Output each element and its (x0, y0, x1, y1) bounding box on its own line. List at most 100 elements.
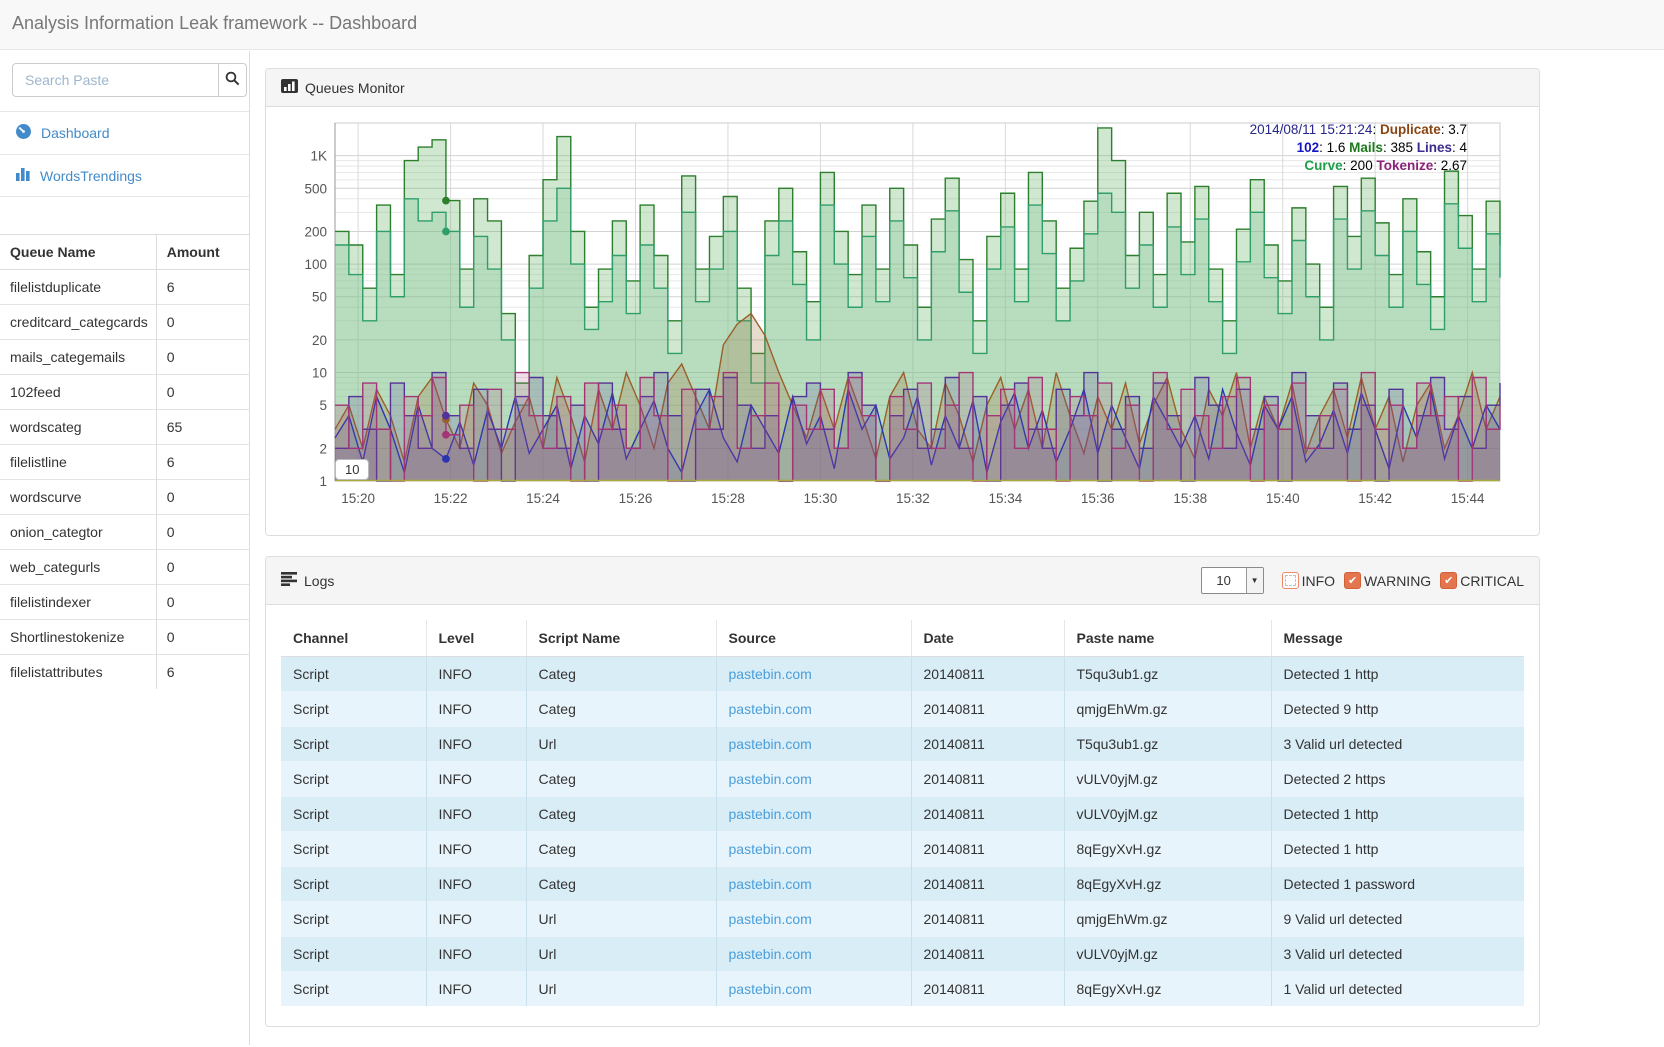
logs-body: ChannelLevelScript NameSourceDatePaste n… (266, 605, 1539, 1026)
filter-warning-checkbox[interactable]: WARNING (1344, 572, 1431, 589)
logs-column-header: Paste name (1064, 620, 1271, 657)
legend-line: Curve: 200 Tokenize: 2.67 (1250, 157, 1467, 175)
queue-amount-cell: 0 (156, 620, 249, 655)
log-cell: 1 Valid url detected (1271, 972, 1524, 1007)
queue-amount-cell: 0 (156, 550, 249, 585)
queue-amount-cell: 0 (156, 480, 249, 515)
log-cell: Script (281, 832, 426, 867)
log-cell: INFO (426, 797, 526, 832)
source-link[interactable]: pastebin.com (729, 946, 812, 962)
queue-name-cell: Shortlinestokenize (0, 620, 156, 655)
sidebar-item-dashboard[interactable]: Dashboard (0, 112, 249, 155)
queue-amount-cell: 0 (156, 305, 249, 340)
log-cell: 20140811 (911, 797, 1064, 832)
svg-text:100: 100 (304, 257, 327, 272)
table-row: filelistline6 (0, 445, 249, 480)
search-group (12, 63, 237, 97)
page-size-value: 10 (1202, 568, 1246, 593)
svg-text:15:26: 15:26 (619, 491, 653, 506)
queue-table-header-name: Queue Name (0, 235, 156, 270)
svg-text:1: 1 (319, 474, 327, 489)
source-link[interactable]: pastebin.com (729, 736, 812, 752)
filter-info-checkbox[interactable]: INFO (1282, 572, 1335, 589)
source-link[interactable]: pastebin.com (729, 911, 812, 927)
log-cell: Detected 1 password (1271, 867, 1524, 902)
log-cell: Url (526, 937, 716, 972)
log-cell: Script (281, 657, 426, 692)
queue-amount-cell: 65 (156, 410, 249, 445)
log-cell: Detected 1 http (1271, 657, 1524, 692)
queue-name-cell: filelistline (0, 445, 156, 480)
source-link[interactable]: pastebin.com (729, 841, 812, 857)
svg-text:15:34: 15:34 (988, 491, 1022, 506)
sidebar-item-wordstrendings[interactable]: WordsTrendings (0, 155, 249, 197)
log-cell: Detected 1 http (1271, 832, 1524, 867)
svg-text:15:44: 15:44 (1451, 491, 1485, 506)
source-link[interactable]: pastebin.com (729, 876, 812, 892)
source-link[interactable]: pastebin.com (729, 701, 812, 717)
table-row: ScriptINFOCategpastebin.com201408118qEgy… (281, 832, 1524, 867)
queue-name-cell: onion_categtor (0, 515, 156, 550)
log-cell: Script (281, 972, 426, 1007)
filter-critical-checkbox[interactable]: CRITICAL (1440, 572, 1524, 589)
logs-panel: Logs 10 ▼ INFO WARNING CRITICAL ChannelLev… (265, 556, 1540, 1027)
queue-amount-cell: 6 (156, 270, 249, 305)
table-row: ScriptINFOCategpastebin.com20140811vULV0… (281, 762, 1524, 797)
log-cell: vULV0yjM.gz (1064, 762, 1271, 797)
queue-amount-cell: 6 (156, 445, 249, 480)
source-cell: pastebin.com (716, 657, 911, 692)
log-cell: 20140811 (911, 832, 1064, 867)
search-button[interactable] (218, 63, 247, 97)
queues-monitor-panel: Queues Monitor 1251020501002005001K15:20… (265, 68, 1540, 536)
log-cell: INFO (426, 727, 526, 762)
filter-label: WARNING (1364, 573, 1431, 589)
sidebar-item-label: Dashboard (41, 125, 110, 141)
log-cell: 20140811 (911, 692, 1064, 727)
log-cell: vULV0yjM.gz (1064, 797, 1271, 832)
bar-chart-icon (15, 166, 31, 185)
source-cell: pastebin.com (716, 972, 911, 1007)
log-cell: Script (281, 937, 426, 972)
chart-tooltip: 10 (335, 459, 369, 480)
svg-text:15:20: 15:20 (341, 491, 375, 506)
page-size-select[interactable]: 10 ▼ (1201, 567, 1264, 594)
queues-monitor-icon (281, 79, 298, 96)
log-cell: 20140811 (911, 867, 1064, 902)
source-link[interactable]: pastebin.com (729, 771, 812, 787)
source-cell: pastebin.com (716, 692, 911, 727)
source-link[interactable]: pastebin.com (729, 981, 812, 997)
log-cell: Url (526, 727, 716, 762)
svg-text:15:30: 15:30 (804, 491, 838, 506)
svg-text:50: 50 (312, 290, 327, 305)
log-cell: Url (526, 902, 716, 937)
checked-checkbox-icon (1344, 572, 1361, 589)
table-row: onion_categtor0 (0, 515, 249, 550)
source-cell: pastebin.com (716, 727, 911, 762)
svg-text:15:22: 15:22 (434, 491, 468, 506)
log-cell: 20140811 (911, 972, 1064, 1007)
source-cell: pastebin.com (716, 937, 911, 972)
table-row: ScriptINFOUrlpastebin.com20140811T5qu3ub… (281, 727, 1524, 762)
source-link[interactable]: pastebin.com (729, 666, 812, 682)
log-cell: INFO (426, 902, 526, 937)
queue-name-cell: web_categurls (0, 550, 156, 585)
table-row: ScriptINFOCategpastebin.com20140811vULV0… (281, 797, 1524, 832)
source-link[interactable]: pastebin.com (729, 806, 812, 822)
table-row: wordscateg65 (0, 410, 249, 445)
search-input[interactable] (12, 63, 219, 97)
log-cell: Url (526, 972, 716, 1007)
svg-text:15:40: 15:40 (1266, 491, 1300, 506)
logs-title: Logs (304, 573, 334, 589)
sidebar-item-label: WordsTrendings (40, 168, 142, 184)
legend-line: 2014/08/11 15:21:24: Duplicate: 3.7 (1250, 121, 1467, 139)
queue-name-cell: filelistindexer (0, 585, 156, 620)
table-row: creditcard_categcards0 (0, 305, 249, 340)
queues-monitor-heading: Queues Monitor (266, 69, 1539, 107)
log-cell: 20140811 (911, 657, 1064, 692)
queue-name-cell: filelistduplicate (0, 270, 156, 305)
logs-column-header: Level (426, 620, 526, 657)
table-row: mails_categemails0 (0, 340, 249, 375)
queues-monitor-title: Queues Monitor (305, 80, 405, 96)
chart-legend: 2014/08/11 15:21:24: Duplicate: 3.7102: … (1250, 121, 1467, 175)
table-row: 102feed0 (0, 375, 249, 410)
